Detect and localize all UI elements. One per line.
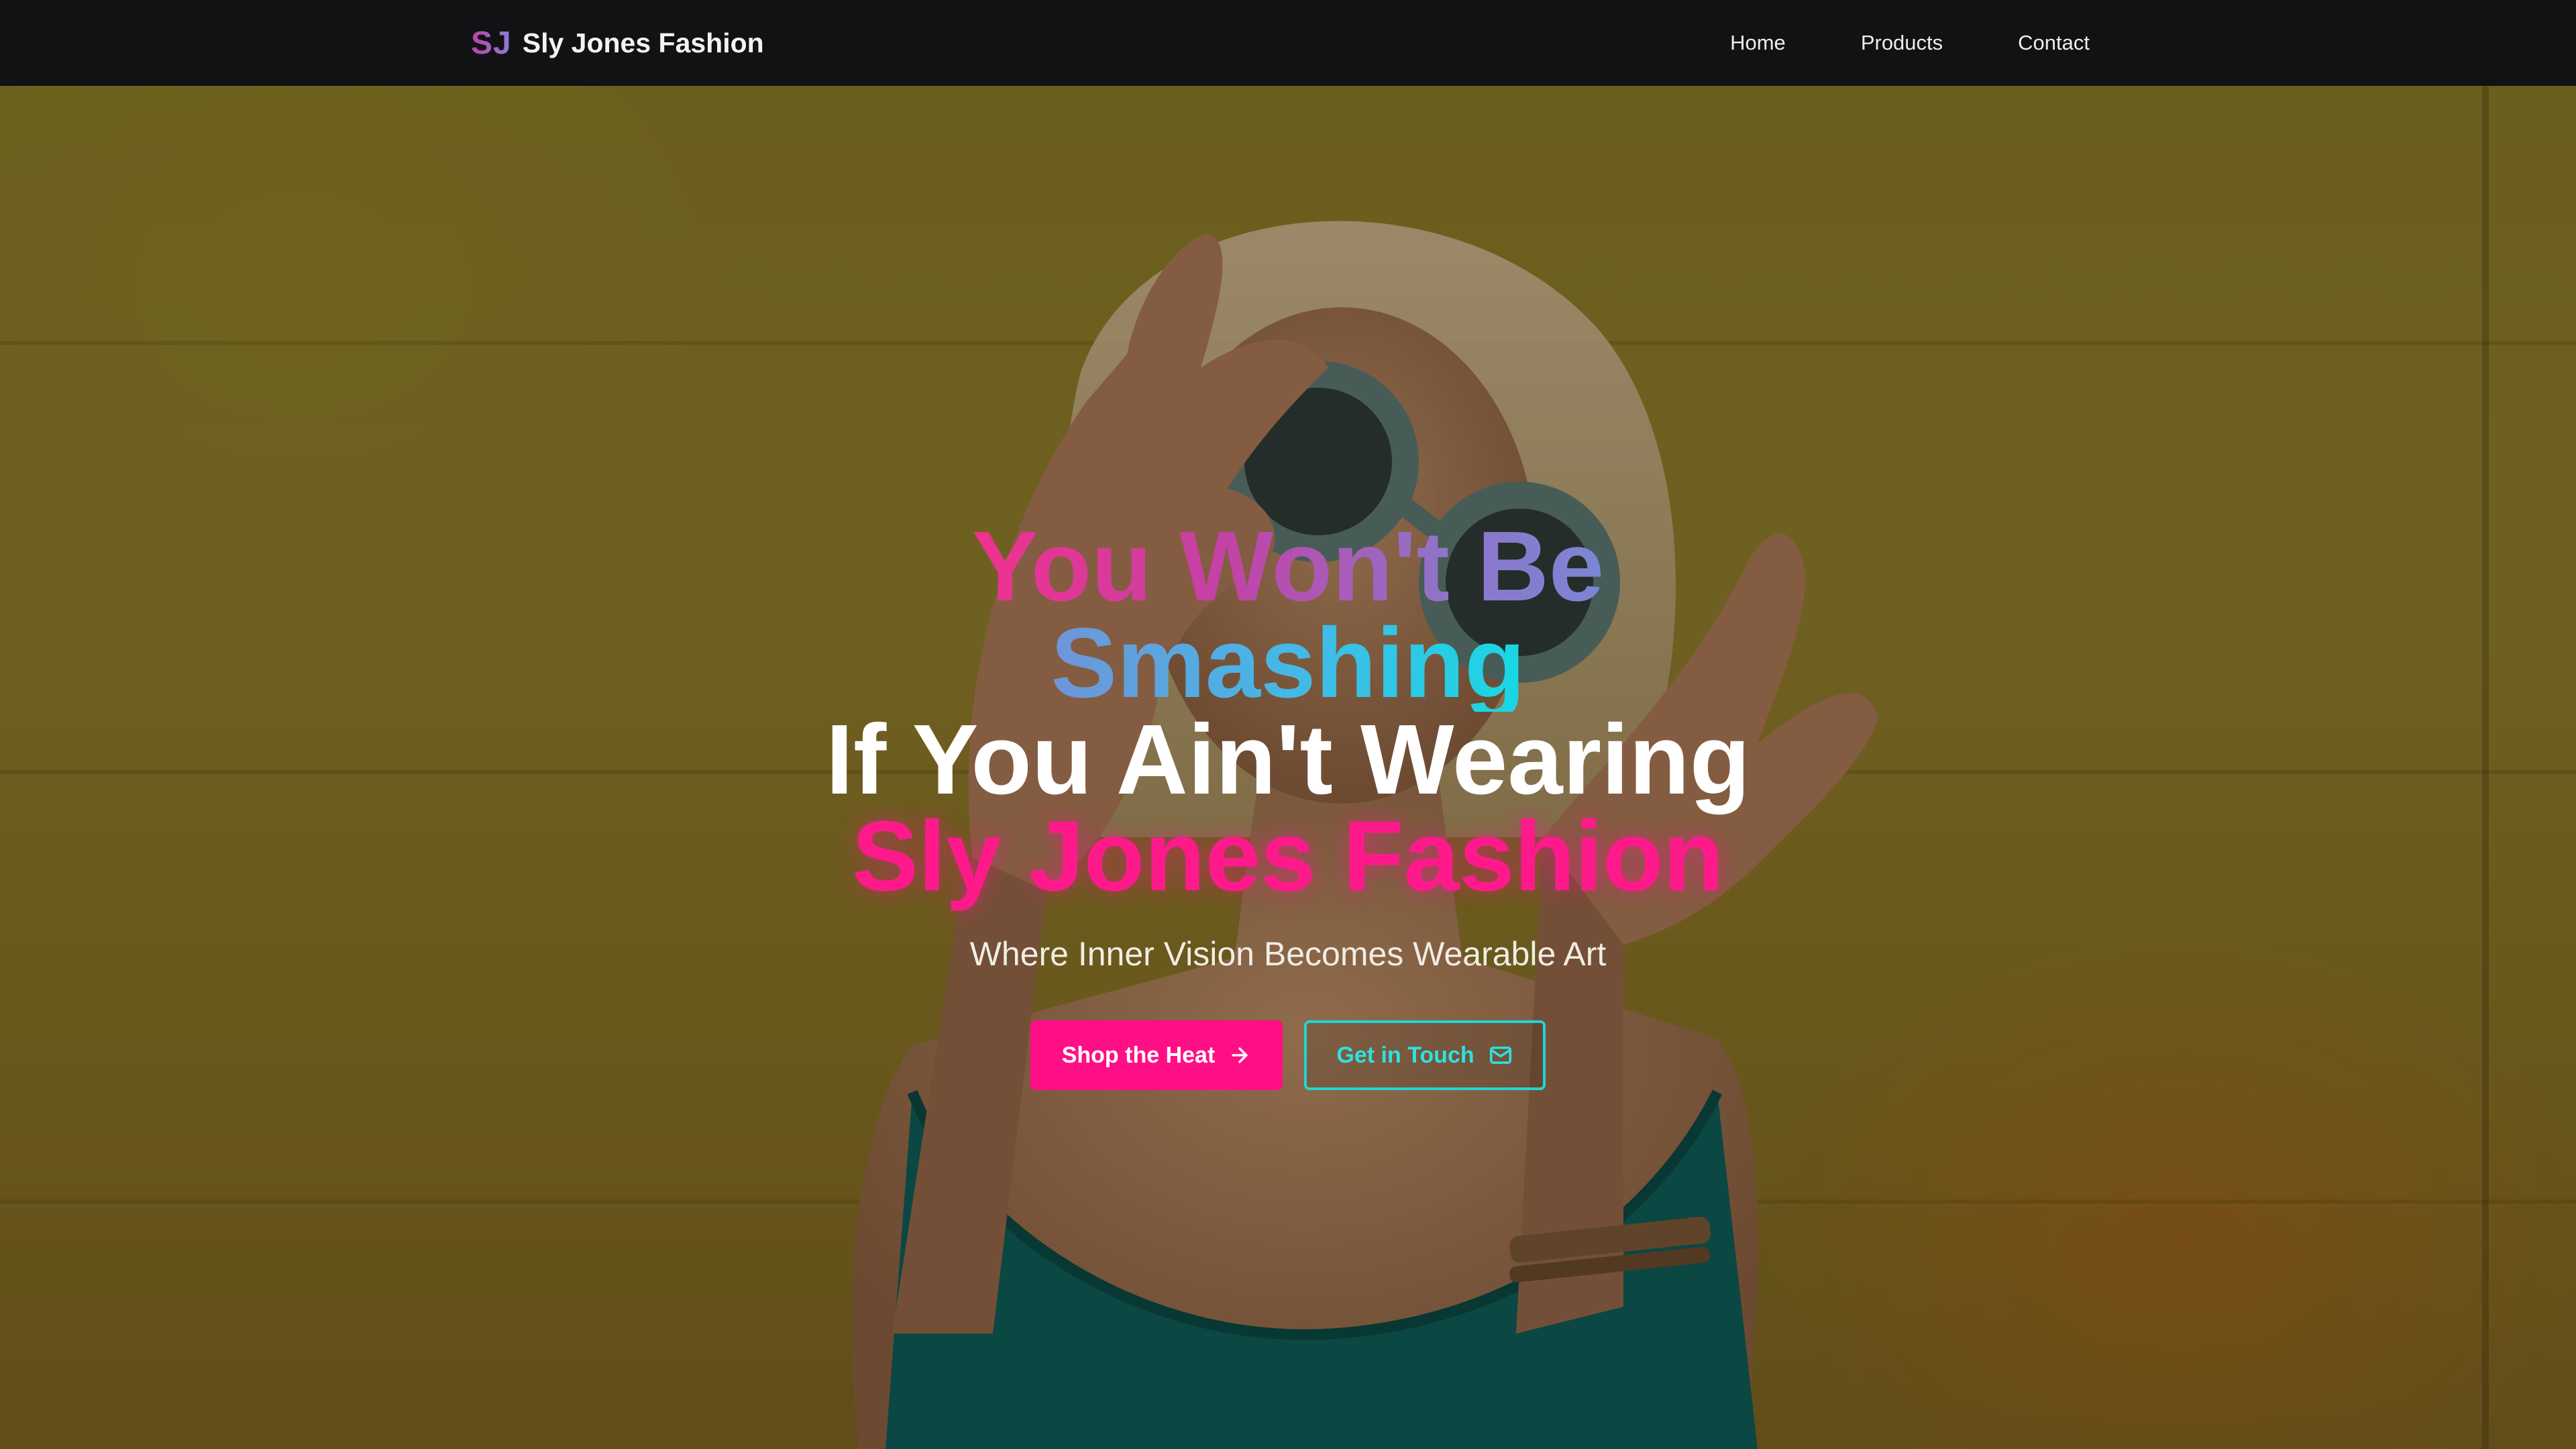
nav-link-products[interactable]: Products (1861, 31, 1943, 55)
nav-link-contact[interactable]: Contact (2018, 31, 2090, 55)
hero-section: You Won't Be Smashing If You Ain't Weari… (0, 86, 2576, 1449)
nav-links: Home Products Contact (1730, 0, 2090, 86)
headline-line-1: You Won't Be (971, 511, 1605, 622)
arrow-right-icon (1232, 1047, 1248, 1063)
nav-link-home[interactable]: Home (1730, 31, 1786, 55)
hero-subtitle: Where Inner Vision Becomes Wearable Art (969, 935, 1607, 973)
brand-monogram: SJ (471, 25, 512, 61)
mail-icon (1489, 1046, 1511, 1064)
brand-name: Sly Jones Fashion (522, 27, 764, 58)
shop-the-heat-button[interactable]: Shop the Heat (1030, 1020, 1283, 1090)
headline-line-3: If You Ain't Wearing (825, 704, 1751, 815)
headline-line-2: Smashing (1051, 608, 1525, 718)
shop-button-label: Shop the Heat (1061, 1042, 1216, 1068)
hero-content: You Won't Be Smashing If You Ain't Weari… (0, 511, 2576, 1090)
brand-logo[interactable]: SJ Sly Jones Fashion (471, 0, 764, 86)
top-nav: SJ Sly Jones Fashion Home Products Conta… (0, 0, 2576, 86)
headline-line-4: Sly Jones Fashion (852, 801, 1724, 912)
hero-headline: You Won't Be Smashing If You Ain't Weari… (0, 511, 2576, 912)
get-in-touch-button[interactable]: Get in Touch (1304, 1020, 1546, 1090)
contact-button-label: Get in Touch (1336, 1042, 1474, 1068)
cta-row: Shop the Heat Get in Touch (0, 1020, 2576, 1090)
